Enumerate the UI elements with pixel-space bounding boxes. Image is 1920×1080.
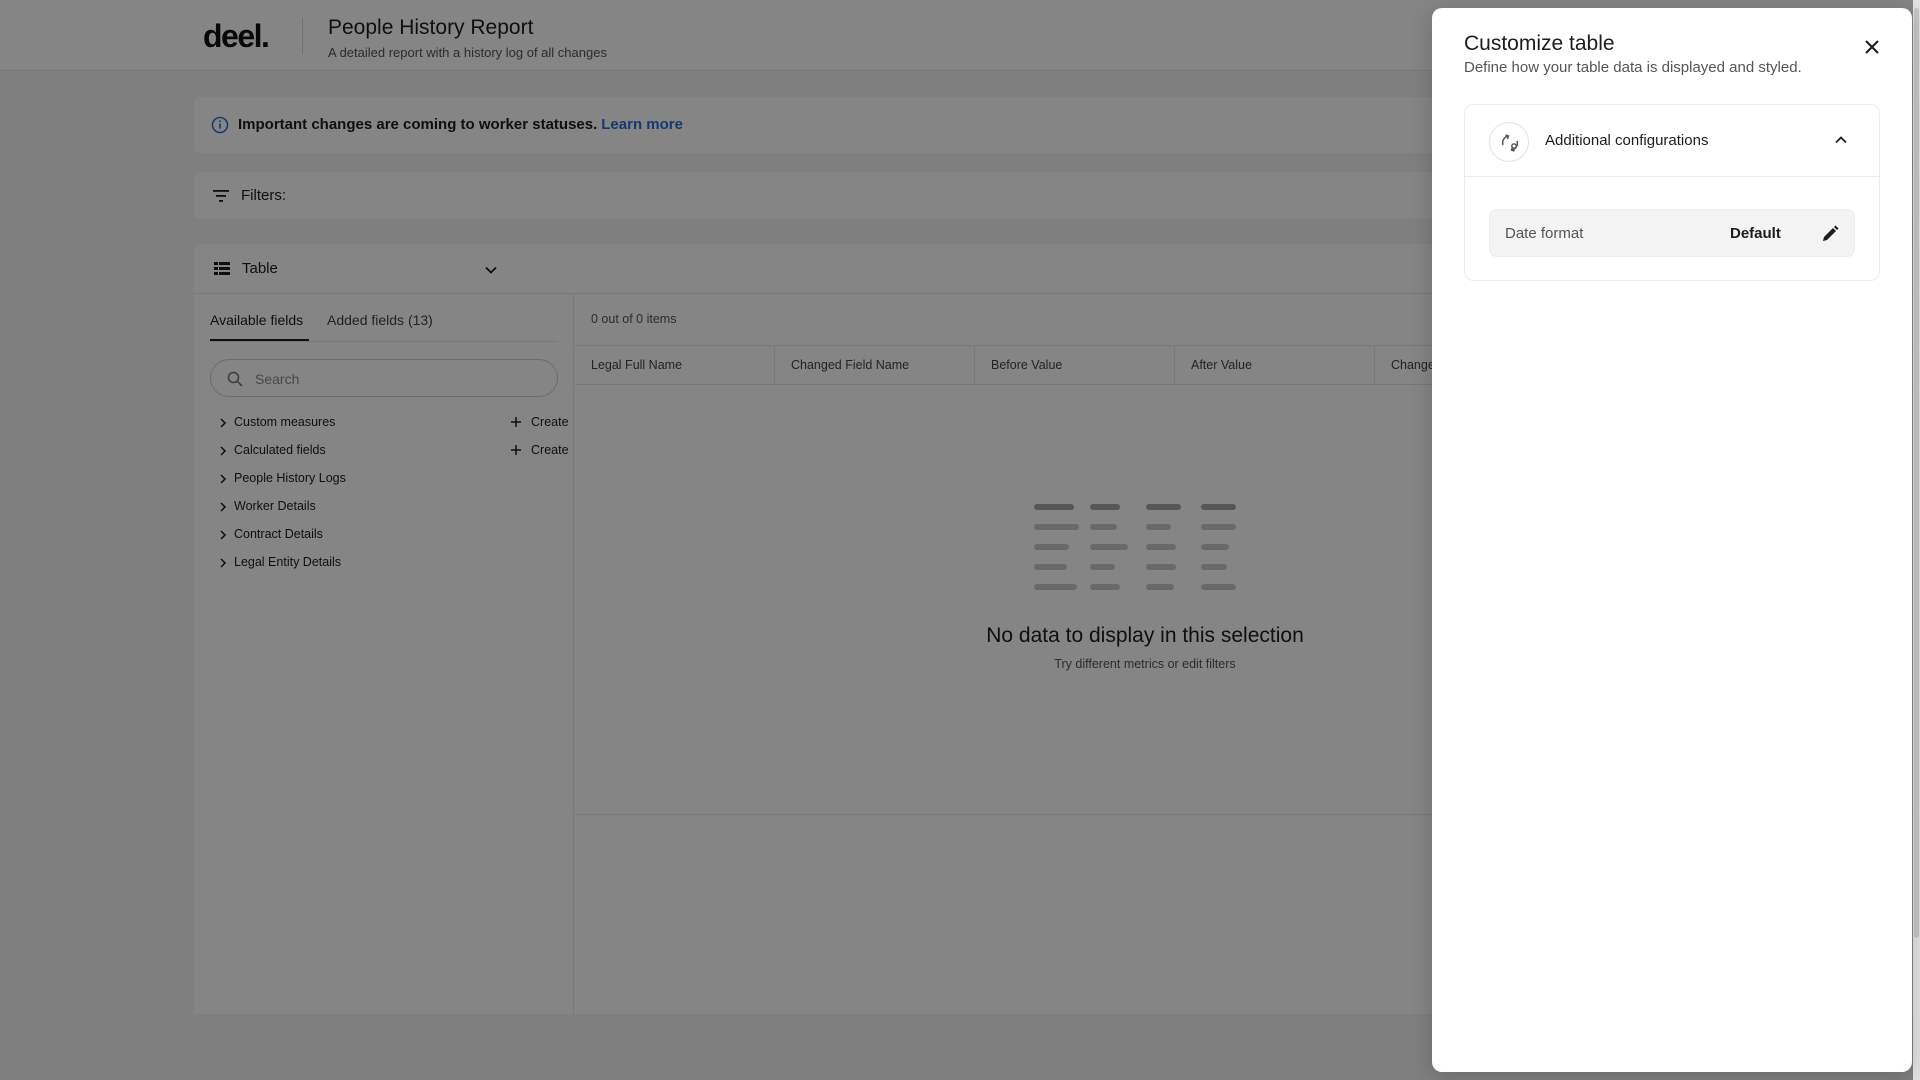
drawer-subtitle: Define how your table data is displayed … <box>1464 59 1802 76</box>
date-format-label: Date format <box>1505 225 1584 242</box>
date-format-row: Date format Default <box>1489 209 1855 257</box>
config-icon-badge <box>1489 122 1529 162</box>
scrollbar-thumb[interactable] <box>1914 8 1919 938</box>
edit-date-format-button[interactable] <box>1820 224 1840 244</box>
additional-configurations-toggle[interactable]: Additional configurations <box>1465 105 1879 177</box>
close-button[interactable] <box>1857 32 1887 62</box>
additional-configurations-section: Additional configurations Date format De… <box>1464 104 1880 281</box>
sync-settings-icon <box>1501 134 1519 152</box>
drawer-title: Customize table <box>1464 32 1615 55</box>
chevron-up-icon <box>1835 136 1847 144</box>
date-format-value: Default <box>1730 225 1781 242</box>
section-label: Additional configurations <box>1545 132 1709 149</box>
customize-table-drawer: Customize table Define how your table da… <box>1432 8 1912 1072</box>
close-icon <box>1865 40 1879 54</box>
pencil-icon <box>1823 225 1839 241</box>
